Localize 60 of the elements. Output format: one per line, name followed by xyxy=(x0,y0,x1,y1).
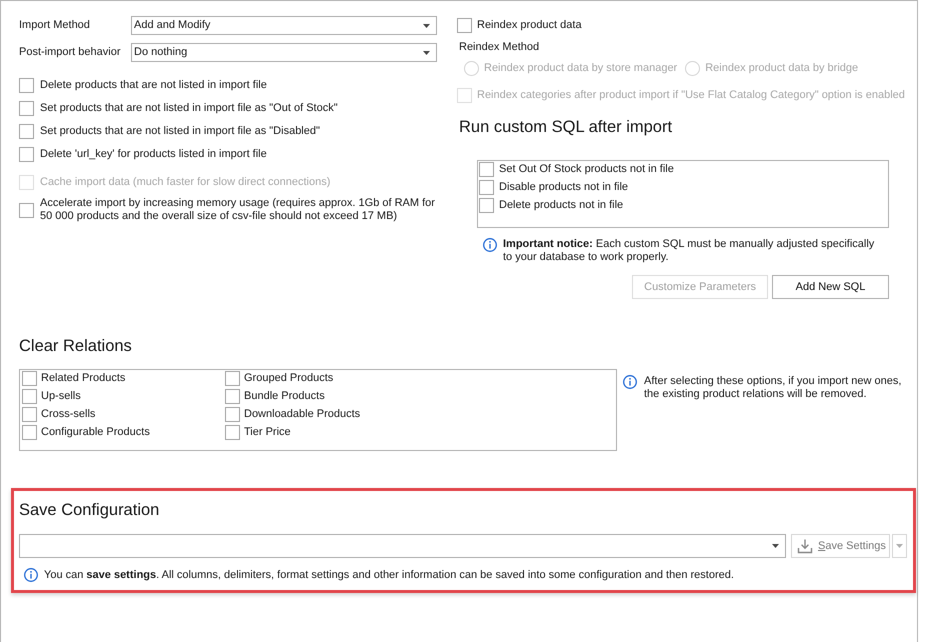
caret-icon xyxy=(423,24,430,28)
section-heading: Clear Relations xyxy=(19,337,132,355)
caret-icon xyxy=(896,544,903,548)
checkbox-label: Downloadable Products xyxy=(244,407,360,422)
checkbox[interactable] xyxy=(22,425,37,440)
checkbox-label: Cross-sells xyxy=(41,407,96,422)
checkbox[interactable] xyxy=(479,198,494,213)
checkbox-label: Set products that are not listed in import file as "Disabled" xyxy=(40,124,320,139)
checkbox[interactable] xyxy=(225,371,240,386)
dropdown-arrow-button[interactable] xyxy=(892,534,907,558)
checkbox-label: Set Out Of Stock products not in file xyxy=(499,162,674,177)
radio-label: Reindex product data by bridge xyxy=(705,61,858,76)
dropdown-field[interactable]: Add and Modify xyxy=(131,16,437,35)
checkbox-label: Cache import data (much faster for slow direct connections) xyxy=(40,176,332,189)
checkbox[interactable] xyxy=(479,162,494,177)
checkbox-label: Delete products that are not listed in import file xyxy=(40,78,267,93)
checkbox[interactable] xyxy=(22,371,37,386)
notice-text: Important notice: Each custom SQL must be manually adjusted specifically to your database to work properly. xyxy=(503,238,876,264)
checkbox-label: Up-sells xyxy=(41,389,81,404)
notice-text: After selecting these options, if you import new ones, the existing product relations will be removed. xyxy=(644,375,902,401)
section-heading: Run custom SQL after import xyxy=(459,118,672,136)
section-heading: Save Configuration xyxy=(19,501,160,519)
checkbox-label: Reindex product data xyxy=(477,18,582,33)
checkbox-label: Reindex categories after product import if "Use Flat Catalog Category" option is enabled xyxy=(477,88,905,103)
checkbox[interactable] xyxy=(19,124,34,139)
notice-text: You can save settings. All columns, delimiters, format settings and other information can be saved into some configuration and then restored. xyxy=(44,568,734,582)
checkbox[interactable] xyxy=(19,147,34,162)
configuration-dropdown[interactable] xyxy=(19,534,786,558)
checkbox[interactable] xyxy=(225,407,240,422)
checkbox[interactable] xyxy=(19,78,34,93)
checkbox[interactable] xyxy=(19,202,34,218)
checkbox[interactable] xyxy=(22,407,37,422)
field-label: Post-import behavior xyxy=(19,45,122,60)
checkbox-label: Set products that are not listed in import file as "Out of Stock" xyxy=(40,101,338,116)
group-label: Reindex Method xyxy=(459,41,540,53)
checkbox-label: Delete products not in file xyxy=(499,198,624,213)
checkbox-label: Related Products xyxy=(41,371,126,386)
checkbox[interactable] xyxy=(22,389,37,404)
checkbox-label: Tier Price xyxy=(244,425,291,440)
caret-icon xyxy=(772,544,779,548)
checkbox-label: Delete 'url_key' for products listed in import file xyxy=(40,147,267,162)
checkbox-label: Configurable Products xyxy=(41,425,150,440)
checkbox[interactable] xyxy=(479,180,494,195)
checkbox[interactable] xyxy=(457,18,472,33)
checkbox[interactable] xyxy=(225,389,240,404)
checkbox-label: Accelerate import by increasing memory usage (requires approx. 1Gb of RAM for 50 000 products and the overall size of csv-file should not exceed 17 MB) xyxy=(40,197,435,223)
radio-label: Reindex product data by store manager xyxy=(484,61,678,76)
checkbox-label: Grouped Products xyxy=(244,371,334,386)
download-icon xyxy=(797,538,813,554)
field-label: Import Method xyxy=(19,18,91,33)
caret-icon xyxy=(423,50,430,54)
info-icon xyxy=(483,238,497,252)
checkbox-label: Bundle Products xyxy=(244,389,325,404)
checkbox[interactable] xyxy=(19,101,34,116)
info-icon xyxy=(24,568,38,582)
checkbox-label: Disable products not in file xyxy=(499,180,628,195)
info-icon xyxy=(623,375,637,389)
checkbox[interactable] xyxy=(225,425,240,440)
action-button[interactable]: Add New SQL xyxy=(772,275,889,299)
dropdown-field[interactable]: Do nothing xyxy=(131,43,437,62)
